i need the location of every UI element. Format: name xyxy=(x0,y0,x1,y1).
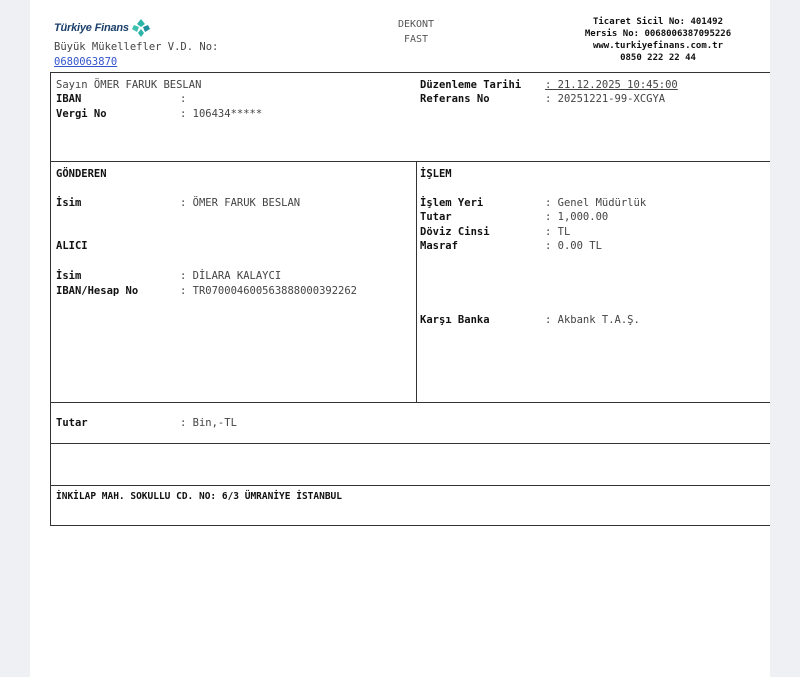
customer-greeting: Sayın ÖMER FARUK BESLAN xyxy=(56,79,202,91)
transaction-place-label: İşlem Yeri xyxy=(420,197,484,209)
phone-number: 0850 222 22 44 xyxy=(620,53,696,63)
divider-top xyxy=(50,72,770,73)
receiver-name-label: İsim xyxy=(56,270,82,282)
counterparty-bank-value: : Akbank T.A.Ş. xyxy=(545,314,640,326)
divider-column xyxy=(416,161,417,403)
customer-tax-no-label: Vergi No xyxy=(56,108,107,120)
border-left xyxy=(50,72,51,526)
tulip-logo-icon xyxy=(131,19,150,37)
transaction-fee-label: Masraf xyxy=(420,240,458,252)
transaction-fee-value: : 0.00 TL xyxy=(545,240,602,252)
logo-text: Türkiye Finans xyxy=(54,22,129,34)
issue-date-value: : 21.12.2025 10:45:00 xyxy=(545,79,678,91)
transaction-amount-value: : 1,000.00 xyxy=(545,211,609,223)
divider-sections xyxy=(50,161,770,162)
receiver-iban-label: IBAN/Hesap No xyxy=(56,285,139,297)
website-link[interactable]: www.turkiyefinans.com.tr xyxy=(578,41,738,52)
document-subtitle: FAST xyxy=(403,34,429,45)
total-amount-label: Tutar xyxy=(56,417,88,429)
transaction-amount-label: Tutar xyxy=(420,211,452,223)
receiver-section-title: ALICI xyxy=(56,240,88,252)
tax-office-number-link[interactable]: 0680063870 xyxy=(54,56,117,68)
branch-address: İNKİLAP MAH. SOKULLU CD. NO: 6/3 ÜMRANİY… xyxy=(56,491,342,502)
document-title: DEKONT xyxy=(397,19,435,30)
transaction-currency-label: Döviz Cinsi xyxy=(420,226,490,238)
mersis-number: Mersis No: 0068006387095226 xyxy=(584,29,732,39)
counterparty-bank-label: Karşı Banka xyxy=(420,314,490,326)
divider-total xyxy=(50,402,770,403)
customer-tax-no-value: : 106434***** xyxy=(180,108,263,120)
tax-office-label: Büyük Mükellefler V.D. No: xyxy=(54,41,219,53)
divider-address xyxy=(50,485,770,486)
reference-no-value: : 20251221-99-XCGYA xyxy=(545,93,666,105)
customer-iban-label: IBAN xyxy=(56,93,82,105)
sender-name-value: : ÖMER FARUK BESLAN xyxy=(180,197,301,209)
customer-iban-value: : xyxy=(180,93,187,105)
sender-section-title: GÖNDEREN xyxy=(56,168,107,180)
reference-no-label: Referans No xyxy=(420,93,490,105)
total-amount-words: : Bin,-TL xyxy=(180,417,237,429)
receiver-name-value: : DİLARA KALAYCI xyxy=(180,270,282,282)
sender-name-label: İsim xyxy=(56,197,82,209)
transaction-place-value: : Genel Müdürlük xyxy=(545,197,647,209)
divider-blank xyxy=(50,443,770,444)
transaction-currency-value: : TL xyxy=(545,226,571,238)
transaction-section-title: İŞLEM xyxy=(420,168,452,180)
issue-date-label: Düzenleme Tarihi xyxy=(420,79,522,91)
trade-registry-number: Ticaret Sicil No: 401492 xyxy=(592,17,724,27)
divider-bottom xyxy=(50,525,770,526)
receiver-iban-value: : TR070004600563888000392262 xyxy=(180,285,358,297)
bank-logo: Türkiye Finans xyxy=(54,17,151,39)
